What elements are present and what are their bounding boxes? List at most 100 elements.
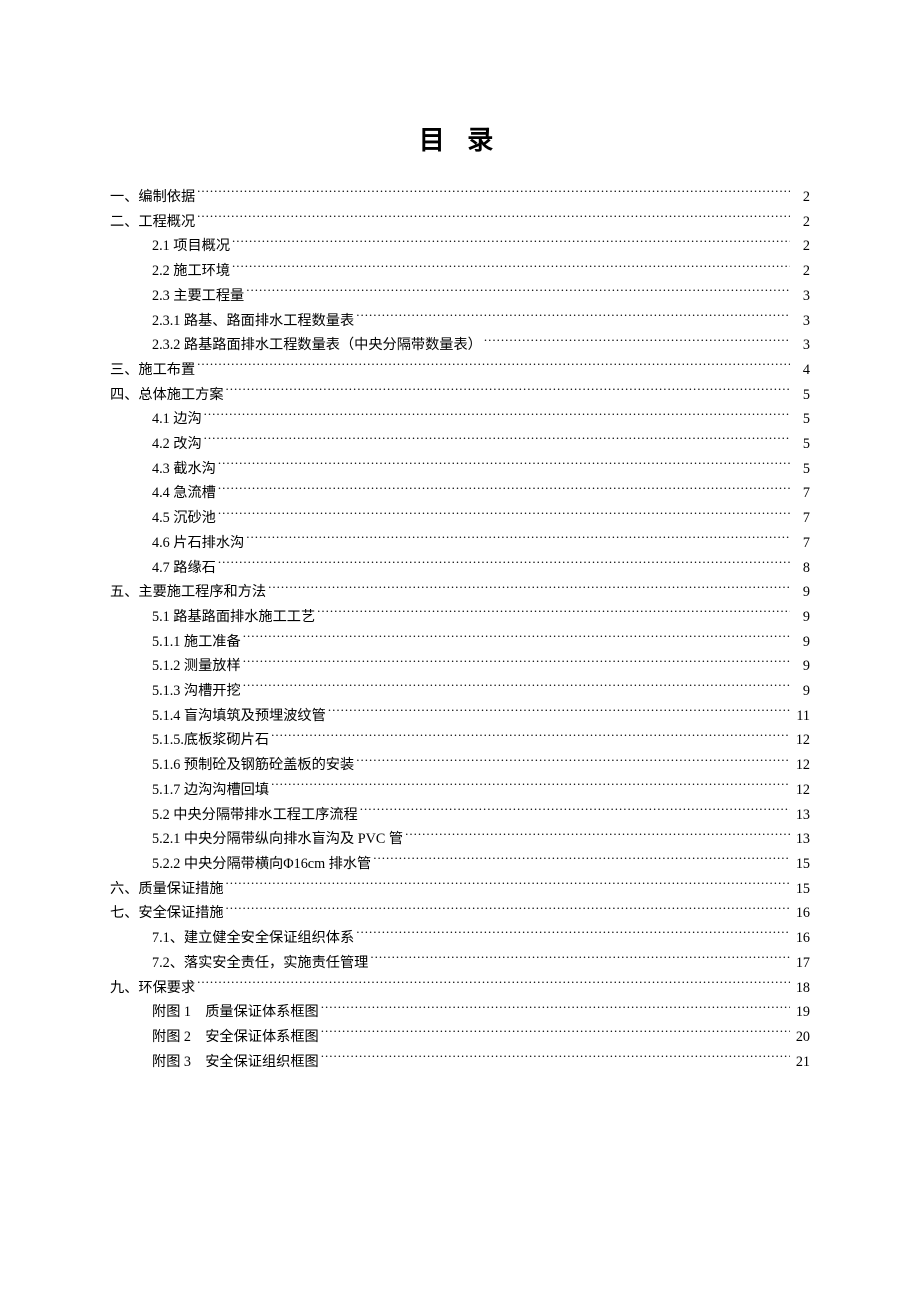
toc-leader bbox=[204, 409, 790, 423]
toc-text: 4.1 边沟 bbox=[152, 407, 202, 432]
toc-item[interactable]: 4.1 边沟 5 bbox=[110, 407, 810, 432]
toc-page: 12 bbox=[792, 778, 810, 803]
toc-page: 8 bbox=[792, 556, 810, 581]
toc-text: 六、质量保证措施 bbox=[110, 877, 224, 902]
toc-item[interactable]: 5.2 中央分隔带排水工程工序流程 13 bbox=[110, 803, 810, 828]
toc-text: 5.1.1 施工准备 bbox=[152, 630, 241, 655]
toc-text: 5.1.7 边沟沟槽回填 bbox=[152, 778, 269, 803]
toc-page: 12 bbox=[792, 728, 810, 753]
toc-item[interactable]: 5.1.3 沟槽开挖 9 bbox=[110, 679, 810, 704]
toc-leader bbox=[321, 1027, 790, 1041]
toc-item[interactable]: 5.1.1 施工准备9 bbox=[110, 630, 810, 655]
toc-item[interactable]: 四、总体施工方案5 bbox=[110, 383, 810, 408]
toc-leader bbox=[484, 335, 790, 349]
toc-item[interactable]: 4.3 截水沟5 bbox=[110, 457, 810, 482]
toc-item[interactable]: 一、编制依据2 bbox=[110, 185, 810, 210]
toc-page: 17 bbox=[792, 951, 810, 976]
toc-item[interactable]: 附图 3 安全保证组织框图21 bbox=[110, 1050, 810, 1075]
toc-text: 5.2 中央分隔带排水工程工序流程 bbox=[152, 803, 358, 828]
toc-page: 5 bbox=[792, 457, 810, 482]
toc-item[interactable]: 5.1 路基路面排水施工工艺9 bbox=[110, 605, 810, 630]
toc-page: 7 bbox=[792, 481, 810, 506]
toc-text: 2.3.2 路基路面排水工程数量表（中央分隔带数量表） bbox=[152, 333, 482, 358]
toc-leader bbox=[271, 780, 790, 794]
toc-item[interactable]: 2.3.1 路基、路面排水工程数量表3 bbox=[110, 309, 810, 334]
toc-page: 16 bbox=[792, 901, 810, 926]
toc-page: 2 bbox=[792, 185, 810, 210]
toc-page: 5 bbox=[792, 407, 810, 432]
toc-page: 9 bbox=[792, 654, 810, 679]
toc-item[interactable]: 二、工程概况 2 bbox=[110, 210, 810, 235]
toc-item[interactable]: 4.5 沉砂池7 bbox=[110, 506, 810, 531]
toc-text: 附图 3 安全保证组织框图 bbox=[152, 1050, 319, 1075]
toc-item[interactable]: 三、施工布置4 bbox=[110, 358, 810, 383]
toc-leader bbox=[360, 804, 790, 818]
toc-text: 5.1.6 预制砼及钢筋砼盖板的安装 bbox=[152, 753, 354, 778]
toc-text: 5.1.3 沟槽开挖 bbox=[152, 679, 241, 704]
toc-text: 四、总体施工方案 bbox=[110, 383, 224, 408]
toc-item[interactable]: 5.2.1 中央分隔带纵向排水盲沟及 PVC 管13 bbox=[110, 827, 810, 852]
toc-item[interactable]: 九、环保要求18 bbox=[110, 976, 810, 1001]
toc-item[interactable]: 4.6 片石排水沟7 bbox=[110, 531, 810, 556]
toc-leader bbox=[246, 286, 790, 300]
toc-item[interactable]: 5.1.4 盲沟填筑及预埋波纹管11 bbox=[110, 704, 810, 729]
toc-page: 15 bbox=[792, 852, 810, 877]
toc-item[interactable]: 5.1.5.底板浆砌片石 12 bbox=[110, 728, 810, 753]
toc-text: 7.2、落实安全责任，实施责任管理 bbox=[152, 951, 368, 976]
toc-leader bbox=[218, 483, 790, 497]
toc-item[interactable]: 附图 1 质量保证体系框图19 bbox=[110, 1000, 810, 1025]
toc-leader bbox=[232, 236, 790, 250]
toc-page: 4 bbox=[792, 358, 810, 383]
toc-item[interactable]: 2.3 主要工程量3 bbox=[110, 284, 810, 309]
toc-page: 9 bbox=[792, 679, 810, 704]
toc-item[interactable]: 4.7 路缘石8 bbox=[110, 556, 810, 581]
toc-leader bbox=[243, 656, 790, 670]
toc-item[interactable]: 4.4 急流槽7 bbox=[110, 481, 810, 506]
toc-page: 12 bbox=[792, 753, 810, 778]
toc-text: 附图 1 质量保证体系框图 bbox=[152, 1000, 319, 1025]
toc-text: 5.2.1 中央分隔带纵向排水盲沟及 PVC 管 bbox=[152, 827, 403, 852]
toc-item[interactable]: 5.1.7 边沟沟槽回填 12 bbox=[110, 778, 810, 803]
toc-item[interactable]: 2.3.2 路基路面排水工程数量表（中央分隔带数量表）3 bbox=[110, 333, 810, 358]
toc-leader bbox=[232, 261, 790, 275]
toc-item[interactable]: 5.1.6 预制砼及钢筋砼盖板的安装 12 bbox=[110, 753, 810, 778]
toc-text: 附图 2 安全保证体系框图 bbox=[152, 1025, 319, 1050]
toc-item[interactable]: 4.2 改沟 5 bbox=[110, 432, 810, 457]
toc-page: 2 bbox=[792, 234, 810, 259]
toc-leader bbox=[328, 706, 790, 720]
toc-leader bbox=[321, 1051, 790, 1065]
toc-leader bbox=[271, 730, 790, 744]
toc-item[interactable]: 五、主要施工程序和方法9 bbox=[110, 580, 810, 605]
toc-page: 5 bbox=[792, 432, 810, 457]
toc-page: 13 bbox=[792, 803, 810, 828]
toc-text: 7.1、建立健全安全保证组织体系 bbox=[152, 926, 354, 951]
toc-leader bbox=[218, 459, 790, 473]
toc-page: 11 bbox=[792, 704, 810, 729]
toc-leader bbox=[370, 953, 790, 967]
toc-text: 2.3 主要工程量 bbox=[152, 284, 244, 309]
toc-text: 二、工程概况 bbox=[110, 210, 195, 235]
toc-item[interactable]: 7.2、落实安全责任，实施责任管理 17 bbox=[110, 951, 810, 976]
toc-item[interactable]: 5.2.2 中央分隔带横向Φ16cm 排水管15 bbox=[110, 852, 810, 877]
toc-text: 2.1 项目概况 bbox=[152, 234, 230, 259]
toc-page: 2 bbox=[792, 210, 810, 235]
toc-leader bbox=[268, 582, 790, 596]
toc-text: 4.2 改沟 bbox=[152, 432, 202, 457]
toc-text: 5.1.5.底板浆砌片石 bbox=[152, 728, 269, 753]
toc-text: 七、安全保证措施 bbox=[110, 901, 224, 926]
toc-item[interactable]: 附图 2 安全保证体系框图20 bbox=[110, 1025, 810, 1050]
toc-leader bbox=[226, 903, 790, 917]
toc-item[interactable]: 2.2 施工环境2 bbox=[110, 259, 810, 284]
toc-leader bbox=[243, 631, 790, 645]
toc-text: 2.2 施工环境 bbox=[152, 259, 230, 284]
toc-leader bbox=[243, 681, 790, 695]
toc-page: 7 bbox=[792, 531, 810, 556]
toc-item[interactable]: 7.1、建立健全安全保证组织体系16 bbox=[110, 926, 810, 951]
toc-item[interactable]: 七、安全保证措施 16 bbox=[110, 901, 810, 926]
toc-item[interactable]: 2.1 项目概况 2 bbox=[110, 234, 810, 259]
toc-item[interactable]: 六、质量保证措施15 bbox=[110, 877, 810, 902]
toc-leader bbox=[197, 187, 790, 201]
toc-leader bbox=[197, 212, 790, 226]
toc-leader bbox=[356, 755, 790, 769]
toc-item[interactable]: 5.1.2 测量放样9 bbox=[110, 654, 810, 679]
